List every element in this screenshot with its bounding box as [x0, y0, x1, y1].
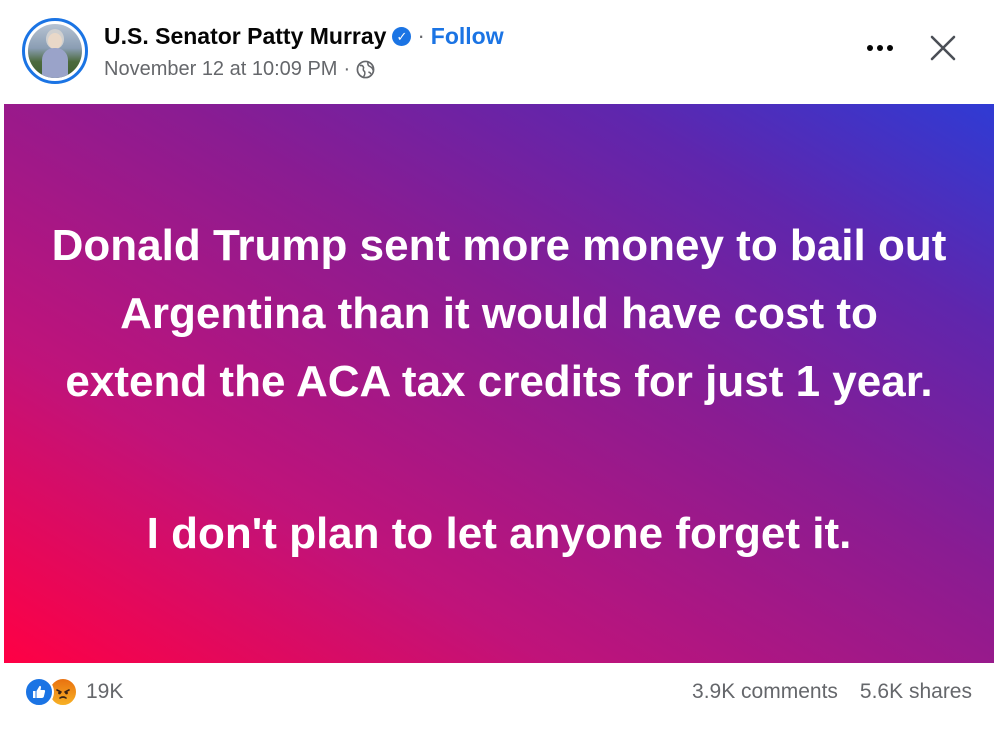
post-image[interactable]: Donald Trump sent more money to bail out…	[4, 104, 994, 663]
timestamp-link[interactable]: November 12 at 10:09 PM	[104, 58, 337, 81]
like-icon	[24, 677, 54, 707]
verified-badge-icon: ✓	[392, 26, 412, 46]
post-text-main: Donald Trump sent more money to bail out…	[51, 221, 947, 406]
page-name-link[interactable]: U.S. Senator Patty Murray	[104, 23, 386, 50]
more-options-icon[interactable]	[860, 30, 900, 66]
avatar-body	[42, 48, 68, 78]
reactions-summary[interactable]: 19K	[24, 677, 123, 707]
shares-count-link[interactable]: 5.6K shares	[860, 680, 972, 704]
post-text-closing: I don't plan to let anyone forget it.	[146, 509, 852, 558]
avatar[interactable]	[28, 24, 82, 78]
post-meta: November 12 at 10:09 PM ·	[104, 56, 375, 82]
author-row: U.S. Senator Patty Murray ✓ · Follow	[104, 20, 504, 52]
engagement-stats: 3.9K comments 5.6K shares	[692, 677, 972, 707]
meta-separator: ·	[343, 57, 351, 80]
dot	[887, 45, 893, 51]
post-footer: 19K 3.9K comments 5.6K shares	[0, 663, 1000, 735]
dot	[877, 45, 883, 51]
close-x-glyph	[930, 35, 956, 61]
avatar-head	[48, 33, 62, 49]
close-icon[interactable]	[923, 28, 963, 68]
avatar-ring[interactable]	[22, 18, 88, 84]
separator-dot: ·	[417, 23, 425, 48]
comments-count-link[interactable]: 3.9K comments	[692, 680, 838, 704]
dot	[867, 45, 873, 51]
globe-icon[interactable]	[356, 60, 375, 79]
follow-button[interactable]: Follow	[431, 23, 504, 50]
post-header: U.S. Senator Patty Murray ✓ · Follow Nov…	[0, 0, 1000, 104]
reaction-count: 19K	[86, 680, 124, 703]
